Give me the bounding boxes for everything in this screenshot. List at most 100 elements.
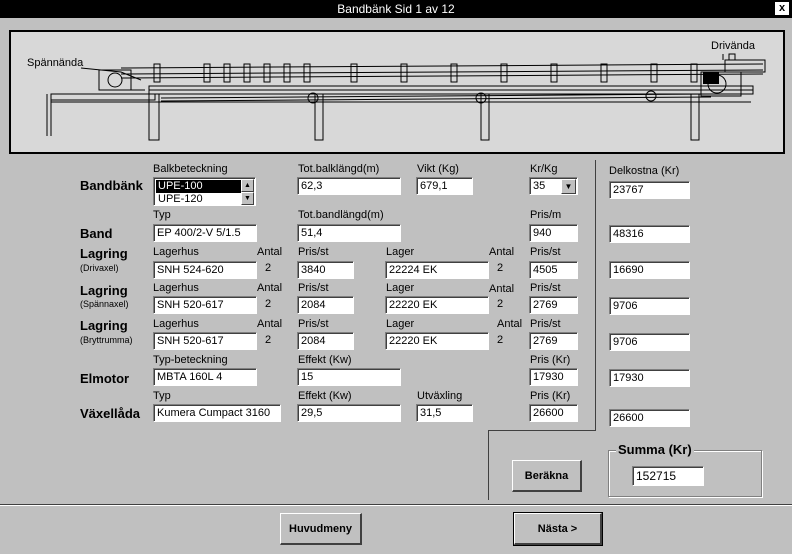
elmotor-effekt-field[interactable]: 15 [297,368,401,386]
vaxellada-delkostnad-field[interactable]: 26600 [609,409,690,427]
nasta-button[interactable]: Nästa > [513,512,603,546]
pris-st-header: Pris/st [530,318,561,330]
lagring-driv-label: Lagring [80,246,128,261]
band-delkostnad-field[interactable]: 48316 [609,225,690,243]
summa-field[interactable]: 152715 [632,466,704,486]
lagerhus-header: Lagerhus [153,318,199,330]
antal-value: 2 [265,262,272,274]
balk-listbox[interactable]: UPE-100 UPE-120 ▲ ▼ [153,177,256,206]
footer-divider-highlight [0,505,792,506]
balkbeteckning-header: Balkbeteckning [153,163,228,175]
lager-header: Lager [386,318,415,330]
tension-end-label: Spännända [27,57,84,69]
pris-st-field[interactable]: 4505 [529,261,578,279]
elmotor-label: Elmotor [80,371,130,386]
pris-kr-header: Pris (Kr) [530,354,571,366]
conveyor-drawing: Spännända Drivända [9,30,785,154]
antal-header: Antal [257,318,283,330]
antal-header: Antal [489,283,515,295]
elmotor-delkostnad-field[interactable]: 17930 [609,369,690,387]
kr-kg-header: Kr/Kg [530,163,558,175]
antal-header: Antal [497,318,523,330]
vaxellada-label: Växellåda [80,406,140,421]
effekt-header: Effekt (Kw) [298,390,352,402]
bandbank-delkostnad-field[interactable]: 23767 [609,181,690,199]
antal-header: Antal [489,246,515,258]
divider-horizontal [488,430,596,431]
typ-beteckning-header: Typ-beteckning [153,354,228,366]
lagerhus-field[interactable]: SNH 520-617 [153,296,257,314]
divider-vertical [595,160,596,430]
band-typ-field[interactable]: EP 400/2-V 5/1.5 [153,224,257,242]
lager-field[interactable]: 22220 EK [385,332,489,350]
lagerhus-field[interactable]: SNH 524-620 [153,261,257,279]
pris-m-header: Pris/m [530,209,562,221]
lagring-driv-delkostnad-field[interactable]: 16690 [609,261,690,279]
lager-header: Lager [386,282,415,294]
lagerhus-header: Lagerhus [153,246,199,258]
vaxellada-typ-field[interactable]: Kumera Cumpact 3160 [153,404,281,422]
summa-label: Summa (Kr) [616,442,694,457]
pris-m-field[interactable]: 940 [529,224,578,242]
balk-option[interactable]: UPE-120 [156,193,242,206]
balk-option-selected[interactable]: UPE-100 [156,180,242,193]
elmotor-typ-field[interactable]: MBTA 160L 4 [153,368,257,386]
close-button[interactable]: x [775,2,789,15]
pris-st-field[interactable]: 2769 [529,296,578,314]
title-bar: Bandbänk Sid 1 av 12 x [0,0,792,18]
conveyor-illustration [46,53,766,141]
pris-st-field[interactable]: 3840 [297,261,354,279]
pris-st-header: Pris/st [530,246,561,258]
pris-kr-header: Pris (Kr) [530,390,571,402]
scroll-up-icon[interactable]: ▲ [241,179,254,192]
band-label: Band [80,226,113,241]
lager-field[interactable]: 22224 EK [385,261,489,279]
delkostna-header: Delkostna (Kr) [609,165,680,177]
dropdown-arrow-icon[interactable]: ▼ [561,179,576,194]
lagring-spann-delkostnad-field[interactable]: 9706 [609,297,690,315]
tot-bandlangd-field[interactable]: 51,4 [297,224,401,242]
pris-st-field[interactable]: 2769 [529,332,578,350]
vikt-field[interactable]: 679,1 [416,177,473,195]
lagring-spann-label: Lagring [80,283,128,298]
lagring-bryt-sublabel: (Bryttrumma) [80,335,133,345]
vikt-header: Vikt (Kg) [417,163,459,175]
lagring-bryt-delkostnad-field[interactable]: 9706 [609,333,690,351]
lager-field[interactable]: 22220 EK [385,296,489,314]
lager-header: Lager [386,246,415,258]
pris-st-field[interactable]: 2084 [297,296,354,314]
huvudmeny-button[interactable]: Huvudmeny [280,513,362,545]
antal-value: 2 [265,298,272,310]
tot-balklangd-header: Tot.balklängd(m) [298,163,380,175]
drive-end-label: Drivända [711,40,756,52]
antal-value: 2 [497,334,504,346]
lagerhus-field[interactable]: SNH 520-617 [153,332,257,350]
lagring-driv-sublabel: (Drivaxel) [80,263,119,273]
tot-bandlangd-header: Tot.bandlängd(m) [298,209,384,221]
elmotor-pris-field[interactable]: 17930 [529,368,578,386]
typ-header: Typ [153,209,171,221]
bandbank-label: Bandbänk [80,178,143,193]
antal-value: 2 [497,262,504,274]
lagring-spann-sublabel: (Spännaxel) [80,299,129,309]
kr-kg-value: 35 [533,180,546,192]
utvaxling-header: Utväxling [417,390,463,402]
utvaxling-field[interactable]: 31,5 [416,404,473,422]
pris-st-field[interactable]: 2084 [297,332,354,350]
pris-st-header: Pris/st [298,246,329,258]
pris-st-header: Pris/st [298,318,329,330]
vaxellada-pris-field[interactable]: 26600 [529,404,578,422]
vaxellada-effekt-field[interactable]: 29,5 [297,404,401,422]
antal-value: 2 [265,334,272,346]
kr-kg-combo[interactable]: 35 ▼ [529,177,578,195]
effekt-header: Effekt (Kw) [298,354,352,366]
lagerhus-header: Lagerhus [153,282,199,294]
antal-header: Antal [257,282,283,294]
window-title: Bandbänk Sid 1 av 12 [337,2,455,16]
berakna-button[interactable]: Beräkna [512,460,582,492]
pris-st-header: Pris/st [298,282,329,294]
scroll-down-icon[interactable]: ▼ [241,192,254,205]
pris-st-header: Pris/st [530,282,561,294]
tot-balklangd-field[interactable]: 62,3 [297,177,401,195]
lagring-bryt-label: Lagring [80,318,128,333]
